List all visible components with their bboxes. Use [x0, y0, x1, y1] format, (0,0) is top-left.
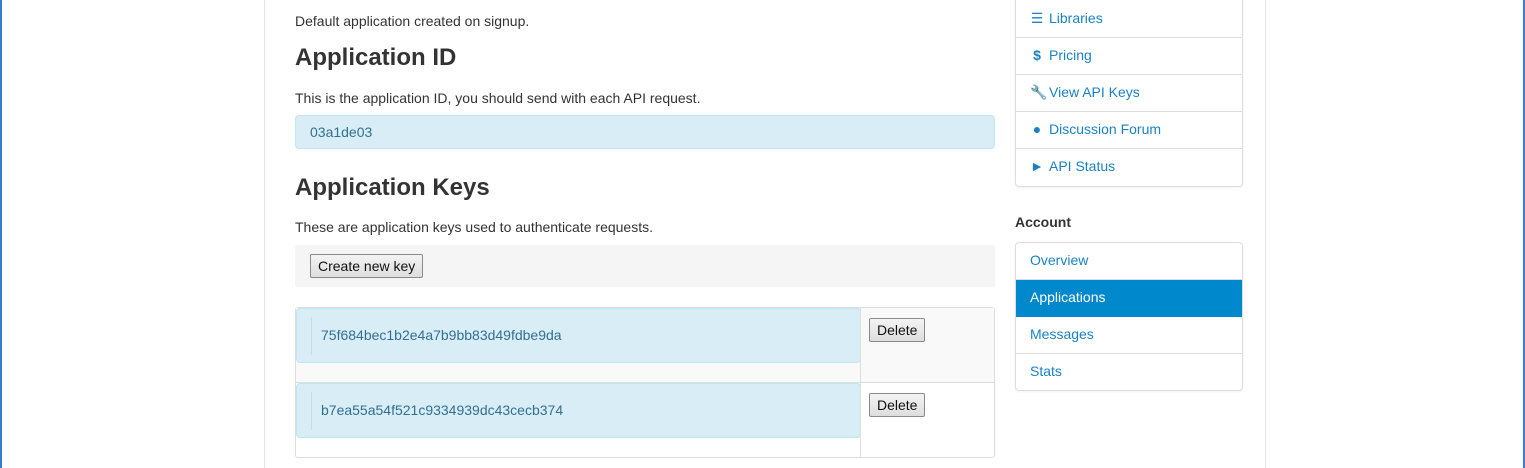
- sidebar-item-libraries[interactable]: ☰ Libraries: [1016, 0, 1242, 38]
- sidebar-item-discussion-forum[interactable]: ● Discussion Forum: [1016, 112, 1242, 149]
- comment-icon: ●: [1032, 121, 1042, 137]
- delete-key-button[interactable]: Delete: [869, 393, 926, 417]
- keys-table: 75f684bec1b2e4a7b9bb83d49fdbe9da Delete …: [295, 307, 995, 458]
- cell-divider: [860, 383, 861, 458]
- sidebar-item-label: Discussion Forum: [1049, 121, 1162, 137]
- application-keys-heading: Application Keys: [295, 174, 490, 201]
- cell-divider: [860, 308, 861, 383]
- create-new-key-button[interactable]: Create new key: [310, 254, 424, 278]
- delete-key-button[interactable]: Delete: [869, 318, 926, 342]
- account-section-title: Account: [1015, 214, 1071, 230]
- sidebar-item-api-status[interactable]: ► API Status: [1016, 149, 1242, 186]
- application-id-value[interactable]: 03a1de03: [295, 115, 995, 149]
- sidebar-item-messages[interactable]: Messages: [1016, 317, 1242, 354]
- list-icon: ☰: [1030, 10, 1044, 26]
- sidebar-item-pricing[interactable]: $ Pricing: [1016, 38, 1242, 75]
- key-value[interactable]: b7ea55a54f521c9334939dc43cecb374: [311, 392, 571, 430]
- resources-list: ☰ Libraries $ Pricing 🔧 View API Keys ● Disc…: [1015, 0, 1243, 187]
- dollar-icon: $: [1033, 47, 1041, 63]
- sidebar-item-label: Pricing: [1049, 47, 1092, 63]
- account-list: Overview Applications Messages Stats: [1015, 242, 1243, 391]
- key-value-box: 75f684bec1b2e4a7b9bb83d49fdbe9da: [296, 308, 861, 363]
- table-row: 75f684bec1b2e4a7b9bb83d49fdbe9da Delete: [296, 308, 994, 383]
- app-description: Default application created on signup.: [295, 13, 530, 29]
- sidebar-item-stats[interactable]: Stats: [1016, 354, 1242, 391]
- sidebar-item-overview[interactable]: Overview: [1016, 243, 1242, 280]
- sidebar-item-applications[interactable]: Applications: [1016, 280, 1242, 317]
- application-keys-description: These are application keys used to authe…: [295, 219, 653, 235]
- application-id-heading: Application ID: [295, 44, 457, 71]
- application-id-description: This is the application ID, you should s…: [295, 90, 701, 106]
- key-value[interactable]: 75f684bec1b2e4a7b9bb83d49fdbe9da: [311, 317, 571, 355]
- sidebar-item-label: API Status: [1049, 158, 1116, 174]
- table-row: b7ea55a54f521c9334939dc43cecb374 Delete: [296, 383, 994, 458]
- bullhorn-icon: ►: [1030, 158, 1044, 174]
- wrench-icon: 🔧: [1030, 84, 1048, 100]
- sidebar-item-label: View API Keys: [1049, 84, 1140, 100]
- sidebar-item-view-api-keys[interactable]: 🔧 View API Keys: [1016, 75, 1242, 112]
- key-value-box: b7ea55a54f521c9334939dc43cecb374: [296, 383, 861, 438]
- page-container: Default application created on signup. A…: [264, 0, 1266, 468]
- keys-toolbar: Create new key: [295, 245, 995, 287]
- sidebar-item-label: Libraries: [1049, 10, 1103, 26]
